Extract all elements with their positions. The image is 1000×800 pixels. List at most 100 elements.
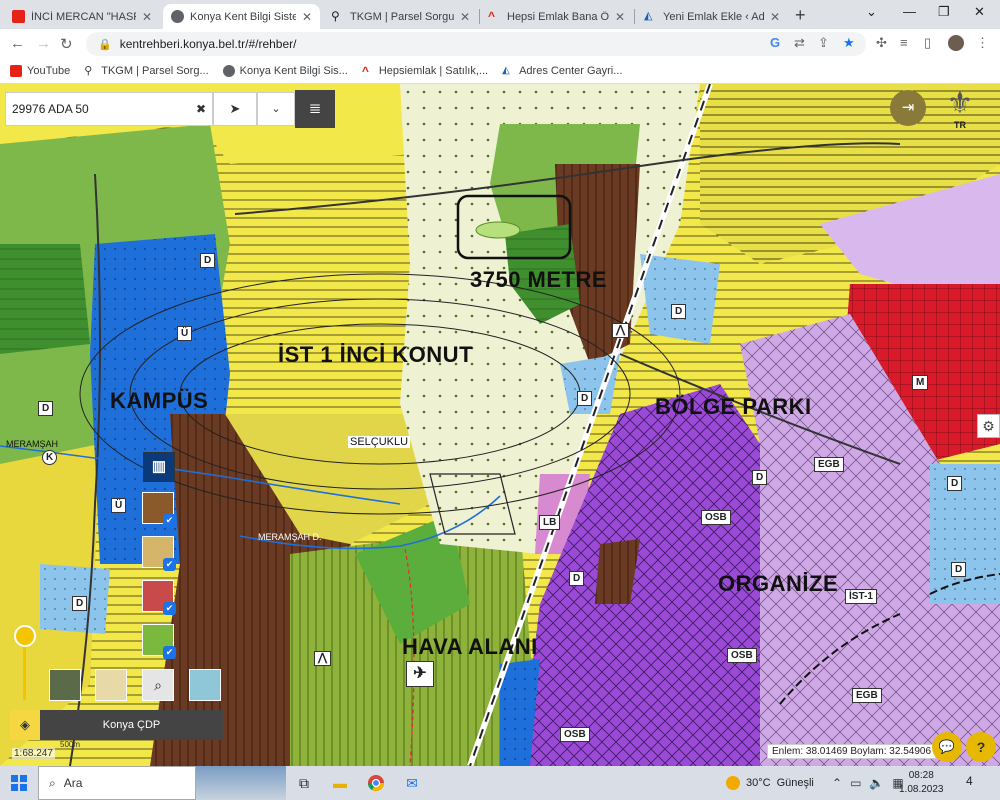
tab-search-chevron-icon[interactable]: ⌄ (866, 4, 877, 20)
close-window-button[interactable]: ✕ (974, 4, 985, 20)
google-lens-icon[interactable]: G (770, 35, 780, 50)
konya-kbs-icon (222, 64, 235, 77)
browser-toolbar: ← → ↻ 🔒 kentrehberi.konya.bel.tr/#/rehbe… (0, 29, 1000, 58)
task-view-icon[interactable]: ⧉ (286, 766, 322, 800)
locate-arrow-icon[interactable]: ➤ (213, 92, 257, 126)
location-pin-icon: ⚲ (84, 64, 93, 77)
help-icon[interactable]: ? (966, 732, 996, 762)
media-control-icon[interactable]: ≡ (900, 35, 908, 50)
clear-search-icon[interactable]: ✖ (196, 102, 206, 116)
lock-icon[interactable]: 🔒 (98, 38, 112, 51)
label-meramsah-d: MERAMŞAH D. (258, 532, 322, 542)
basemap-satellite[interactable] (49, 669, 81, 701)
label-bolge-parki: BÖLGE PARKI (655, 394, 812, 419)
layers-icon[interactable]: ◈ (10, 710, 40, 740)
label-organize: ORGANİZE (718, 571, 839, 596)
side-panel-icon[interactable]: ▯ (924, 35, 931, 51)
magnify-icon[interactable]: ⌕ (142, 669, 174, 701)
network-icon[interactable]: ▭ (850, 776, 861, 790)
zoning-map-canvas[interactable] (0, 84, 1000, 766)
search-options-chevron-icon[interactable]: ⌄ (257, 92, 295, 126)
close-icon[interactable]: ✕ (460, 10, 470, 24)
new-tab-button[interactable]: + (795, 5, 806, 26)
bookmark-star-icon[interactable]: ★ (843, 35, 855, 51)
turkey-emblem: ⚜ TR (934, 88, 986, 142)
settings-gear-icon[interactable]: ⚙ (977, 414, 1000, 438)
close-icon[interactable]: ✕ (615, 10, 625, 24)
chrome-icon[interactable] (358, 766, 394, 800)
layer-checkbox[interactable]: ✔ (163, 646, 176, 659)
bookmark-adres-center[interactable]: ◭ Adres Center Gayri... (502, 65, 622, 77)
file-explorer-icon[interactable]: ▬ (322, 766, 358, 800)
chevron-up-icon[interactable]: ⌃ (832, 776, 842, 790)
list-menu-icon[interactable]: ≣ (295, 90, 335, 128)
forward-arrow-icon[interactable]: → (36, 35, 51, 52)
minimize-button[interactable]: — (903, 4, 916, 19)
tab-hepsi-emlak[interactable]: ^ Hepsi Emlak Bana Özel ✕ (480, 4, 633, 29)
education-zone-east[interactable] (640, 254, 720, 344)
parcel-search-input[interactable]: 29976 ADA 50 ✖ (5, 92, 213, 126)
mail-icon[interactable]: ✉ (394, 766, 430, 800)
label-3750-metre: 3750 METRE (470, 267, 608, 292)
bookmark-hepsiemlak[interactable]: ^ Hepsiemlak | Satılık,... (362, 65, 488, 77)
search-icon: ⌕ (49, 775, 56, 790)
layer-checkbox[interactable]: ✔ (163, 602, 176, 615)
badge-d: D (752, 470, 768, 485)
layer-panel[interactable]: ◈ Konya ÇDP (10, 710, 223, 740)
badge-d: D (72, 596, 88, 611)
mountain-wallpaper-icon[interactable] (196, 766, 286, 800)
youtube-icon (12, 10, 25, 23)
bookmark-tkgm[interactable]: ⚲ TKGM | Parsel Sorg... (84, 65, 208, 77)
tab-yeni-emlak-ekle[interactable]: ◭ Yeni Emlak Ekle ‹ Adres Ce ✕ (636, 4, 788, 29)
back-arrow-icon[interactable]: ← (10, 35, 25, 52)
close-icon[interactable]: ✕ (142, 10, 152, 24)
notification-icon[interactable]: 4 (966, 774, 973, 788)
login-icon[interactable]: ⇥ (890, 90, 926, 126)
bookmark-youtube[interactable]: YouTube (10, 64, 70, 77)
youtube-icon (10, 64, 22, 77)
badge-osb: OSB (701, 510, 731, 525)
label-kampus: KAMPÜS (110, 388, 209, 413)
profile-avatar[interactable] (948, 35, 964, 51)
url-text[interactable]: kentrehberi.konya.bel.tr/#/rehber/ (120, 37, 297, 51)
close-icon[interactable]: ✕ (770, 10, 780, 24)
weather-widget[interactable]: 30°C Güneşli (726, 766, 814, 800)
zoom-slider-handle[interactable] (14, 625, 36, 647)
badge-d: D (577, 391, 593, 406)
translate-icon[interactable]: ⇄ (794, 35, 805, 51)
hepsiemlak-icon: ^ (361, 63, 369, 78)
tab-tkgm-parsel[interactable]: ⚲ TKGM | Parsel Sorgu Uygu ✕ (323, 4, 478, 29)
address-bar[interactable]: 🔒 kentrehberi.konya.bel.tr/#/rehber/ (86, 32, 866, 56)
windows-taskbar: ⌕ Ara ⧉ ▬ ✉ 30°C Güneşli ⌃ ▭ 🔈 ▦ 08:28 1… (0, 766, 1000, 800)
tab-inci-mercan[interactable]: İNCİ MERCAN "HASRET ✕ (4, 4, 160, 29)
tab-separator (634, 9, 635, 24)
taskbar-search-input[interactable]: ⌕ Ara (38, 766, 196, 800)
extensions-puzzle-icon[interactable]: ✣ (876, 35, 887, 51)
system-tray: ⌃ ▭ 🔈 ▦ (832, 766, 904, 800)
share-icon[interactable]: ⇪ (818, 35, 829, 51)
kebab-menu-icon[interactable]: ⋮ (976, 35, 989, 51)
restore-button[interactable]: ❐ (938, 4, 950, 20)
sun-icon (726, 776, 740, 790)
bookmarks-bar: YouTube ⚲ TKGM | Parsel Sorg... Konya Ke… (0, 58, 1000, 84)
label-meramsah: MERAMŞAH (6, 439, 59, 449)
tab-konya-kent-bilgi[interactable]: Konya Kent Bilgi Sistemi ✕ (163, 4, 320, 29)
badge-d: D (38, 401, 54, 416)
speaker-icon[interactable]: 🔈 (869, 776, 884, 790)
layer-checkbox[interactable]: ✔ (163, 558, 176, 571)
park-zone-west[interactable] (0, 244, 90, 354)
basemap-street[interactable] (95, 669, 127, 701)
windows-start-icon[interactable] (0, 766, 38, 800)
close-icon[interactable]: ✕ (302, 10, 312, 24)
bookmark-konya-kbs[interactable]: Konya Kent Bilgi Sis... (222, 64, 348, 77)
chat-bubble-icon[interactable]: 💬 (932, 732, 962, 762)
reload-icon[interactable]: ↻ (60, 35, 73, 53)
selected-parcel[interactable] (475, 221, 521, 239)
zoning-map[interactable]: 3750 METRE İST 1 İNCİ KONUT KAMPÜS BÖLGE… (0, 84, 1000, 766)
eagle-emblem-icon: ⚜ (946, 87, 974, 120)
layer-checkbox[interactable]: ✔ (163, 514, 176, 527)
education-zone-southeast[interactable] (930, 464, 1000, 604)
basemap-topo[interactable] (189, 669, 221, 701)
badge-ist1: İST-1 (845, 589, 877, 604)
clock[interactable]: 08:28 1.08.2023 (899, 769, 944, 797)
